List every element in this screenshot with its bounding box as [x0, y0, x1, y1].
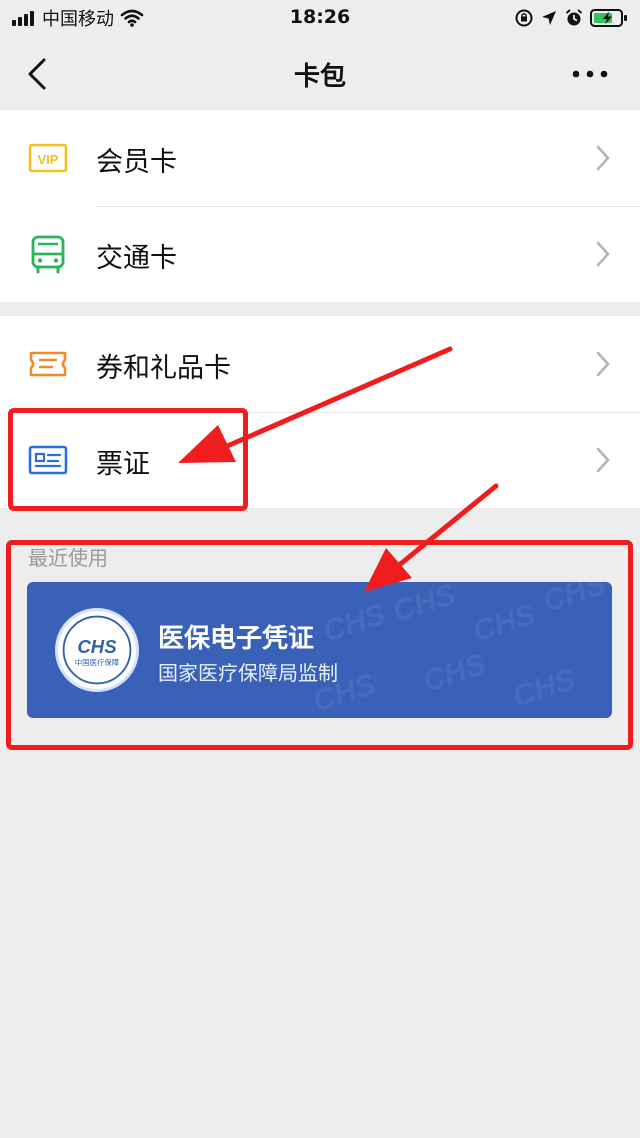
annotation-box-card: [6, 540, 633, 750]
menu-item-membership-card[interactable]: VIP 会员卡: [0, 110, 640, 206]
menu-item-coupons-gift-cards[interactable]: 券和礼品卡: [0, 316, 640, 412]
card-group-1: VIP 会员卡 交通卡: [0, 110, 640, 302]
chevron-right-icon: [596, 351, 610, 377]
chevron-right-icon: [596, 145, 610, 171]
battery-charging-icon: [590, 9, 627, 27]
alarm-icon: [565, 9, 583, 26]
location-icon: [542, 11, 556, 25]
more-dots-icon: [572, 70, 608, 78]
page-title: 卡包: [293, 62, 346, 92]
vip-icon-text: VIP: [38, 152, 59, 167]
menu-item-label: 会员卡: [96, 147, 177, 178]
menu-item-label: 交通卡: [96, 243, 177, 274]
vip-icon: VIP: [28, 143, 68, 173]
rotation-lock-icon: [515, 9, 533, 27]
ticket-icon: [29, 351, 67, 377]
navigation-bar: 卡包: [0, 36, 640, 110]
annotation-box-tickets: [8, 408, 248, 511]
more-button[interactable]: [568, 54, 618, 94]
bus-icon: [31, 235, 65, 274]
chevron-right-icon: [596, 241, 610, 267]
status-bar: 中国移动 18:26: [0, 0, 640, 36]
menu-item-transit-card[interactable]: 交通卡: [0, 206, 640, 302]
chevron-right-icon: [596, 447, 610, 473]
menu-item-label: 券和礼品卡: [96, 353, 231, 384]
status-right: [508, 6, 628, 30]
